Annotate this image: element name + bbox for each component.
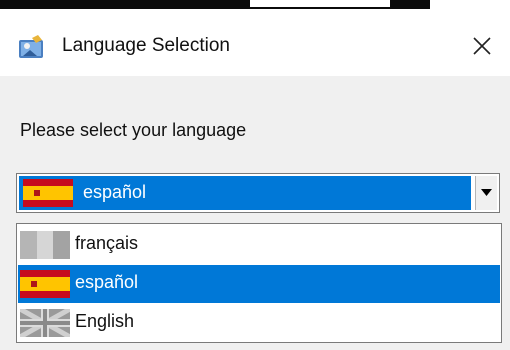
background-strip bbox=[0, 0, 510, 14]
selected-language: español bbox=[83, 182, 147, 202]
option-label: français bbox=[75, 233, 139, 253]
option-label: español bbox=[75, 272, 139, 292]
language-prompt: Please select your language bbox=[20, 120, 247, 140]
flag-spain-icon bbox=[23, 179, 73, 207]
option-french[interactable]: français bbox=[18, 226, 500, 264]
language-options-list[interactable]: français español English bbox=[16, 223, 502, 343]
option-english[interactable]: English bbox=[18, 304, 500, 342]
language-select[interactable]: español bbox=[16, 173, 500, 213]
close-icon bbox=[473, 37, 491, 55]
flag-greyed-icon bbox=[20, 231, 70, 259]
app-icon bbox=[18, 34, 46, 60]
title-bar[interactable]: Language Selection bbox=[0, 14, 510, 76]
option-spanish[interactable]: español bbox=[18, 265, 500, 303]
selected-value-highlight: español bbox=[19, 176, 471, 210]
close-button[interactable] bbox=[462, 26, 502, 66]
flag-uk-greyed-icon bbox=[18, 306, 72, 340]
dropdown-button[interactable] bbox=[475, 176, 497, 210]
option-label: English bbox=[75, 311, 135, 331]
window-title: Language Selection bbox=[62, 35, 230, 56]
chevron-down-icon bbox=[481, 189, 492, 196]
flag-spain-icon bbox=[20, 270, 70, 298]
